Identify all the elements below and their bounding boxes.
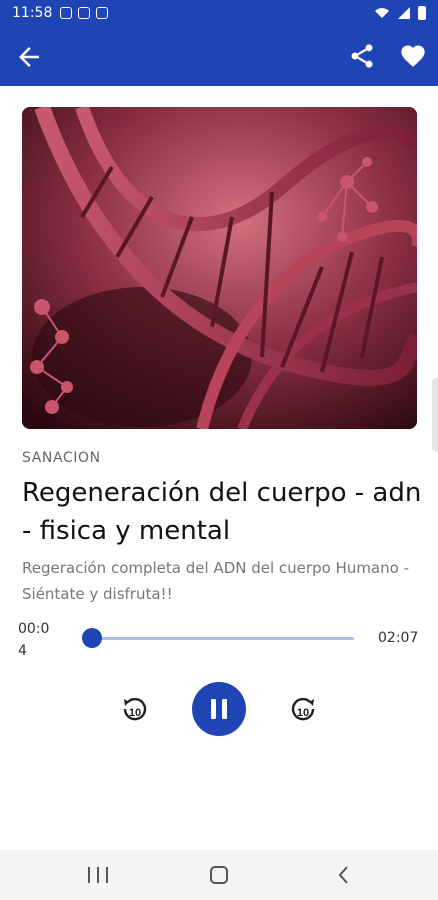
seek-thumb[interactable]: [82, 628, 103, 648]
heart-icon[interactable]: [398, 42, 428, 70]
home-icon[interactable]: [210, 866, 228, 884]
seek-bar[interactable]: [84, 637, 354, 640]
forward-10-icon[interactable]: 10: [288, 694, 318, 724]
total-time: 02:07: [378, 630, 419, 646]
recent-apps-icon[interactable]: [88, 867, 108, 883]
pause-icon-bar: [222, 699, 227, 719]
notification-icon: [60, 7, 73, 19]
replay-10-icon[interactable]: 10: [120, 694, 150, 724]
system-nav-bar: [0, 850, 438, 900]
wifi-icon: [375, 8, 389, 18]
track-description: Regeración completa del ADN del cuerpo H…: [22, 559, 409, 603]
notification-icons: [60, 7, 109, 19]
share-icon[interactable]: [348, 42, 376, 70]
track-title: Regeneración del cuerpo - adn - fisica y…: [22, 478, 422, 546]
arrow-back-icon[interactable]: [14, 42, 44, 72]
status-time: 11:58: [12, 5, 53, 21]
track-category: SANACION: [22, 450, 101, 466]
track-cover-image: [22, 107, 417, 429]
battery-icon: [418, 6, 426, 20]
pause-button[interactable]: [192, 682, 246, 736]
current-time: 00:04: [18, 621, 50, 659]
dna-illustration: [22, 107, 417, 429]
edge-panel-handle[interactable]: [432, 378, 438, 452]
voicemail-icon: [78, 7, 91, 19]
app-bar: [0, 26, 438, 86]
signal-icon: [398, 7, 410, 19]
image-icon: [96, 7, 109, 19]
pause-icon-bar: [211, 699, 216, 719]
forward-label: 10: [297, 707, 309, 719]
system-icons: [374, 6, 426, 20]
rewind-label: 10: [129, 707, 141, 719]
back-icon[interactable]: [336, 865, 352, 885]
status-bar: 11:58: [0, 0, 438, 26]
